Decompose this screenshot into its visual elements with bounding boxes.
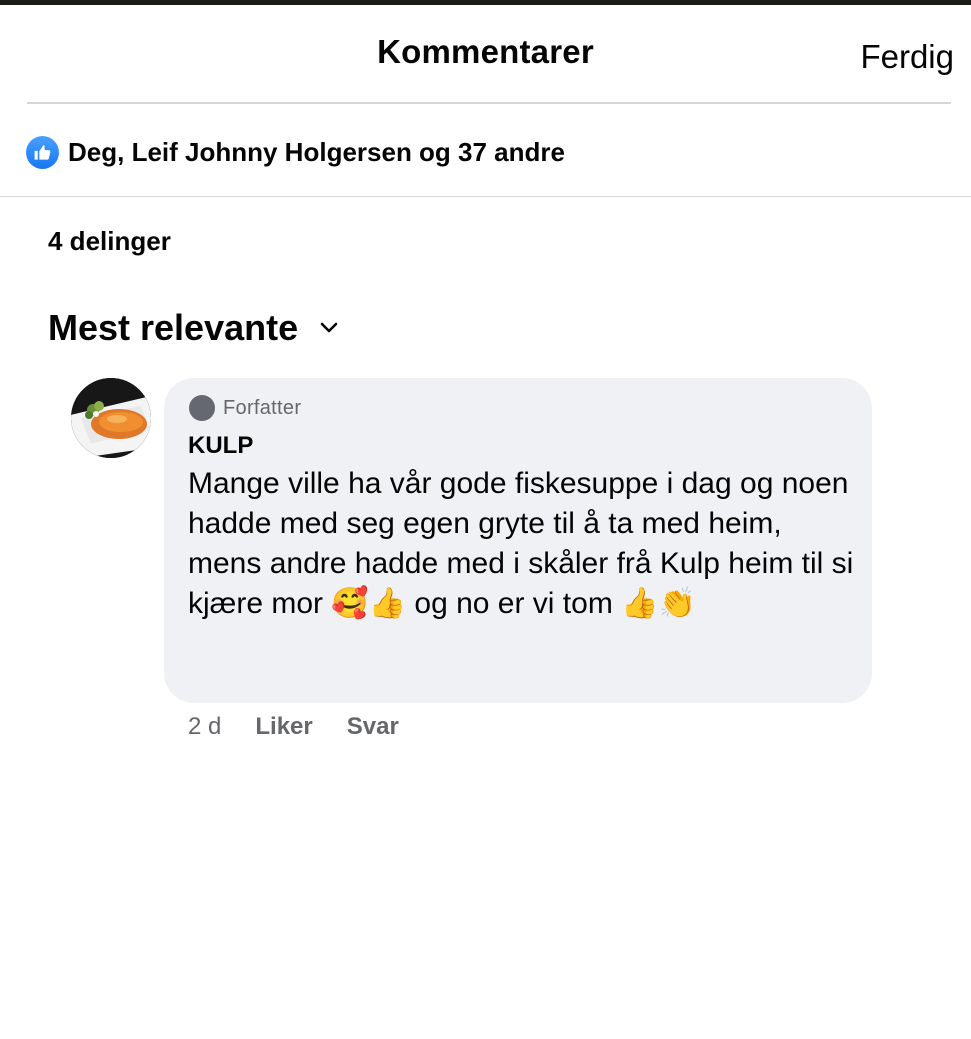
comment-author[interactable]: KULP: [188, 432, 253, 460]
done-button[interactable]: Ferdig: [860, 38, 954, 76]
like-comment-button[interactable]: Liker: [255, 713, 312, 741]
avatar[interactable]: [71, 378, 151, 458]
shares-count[interactable]: 4 delinger: [48, 226, 171, 257]
comment-text: Mange ville ha vår gode fiskesuppe i dag…: [188, 467, 862, 620]
header-bar: Kommentarer Ferdig: [0, 5, 971, 103]
section-divider: [0, 196, 971, 197]
comment-timestamp: 2 d: [188, 713, 222, 740]
author-badge: Forfatter: [189, 395, 301, 421]
author-badge-icon: [189, 395, 215, 421]
sort-label: Mest relevante: [48, 307, 299, 348]
header-divider: [27, 102, 951, 104]
comment-bubble: Forfatter KULP Mange ville ha vår gode f…: [164, 378, 872, 703]
reactions-text: Deg, Leif Johnny Holgersen og 37 andre: [68, 136, 565, 167]
comment-actions: 2 d Liker Svar: [188, 713, 399, 741]
page-title: Kommentarer: [377, 33, 594, 70]
like-icon: [26, 135, 59, 169]
reply-button[interactable]: Svar: [347, 713, 399, 741]
author-badge-label: Forfatter: [223, 396, 302, 419]
reactions-summary[interactable]: Deg, Leif Johnny Holgersen og 37 andre: [26, 134, 565, 170]
chevron-down-icon: [318, 317, 340, 339]
sort-dropdown[interactable]: Mest relevante: [48, 307, 340, 349]
